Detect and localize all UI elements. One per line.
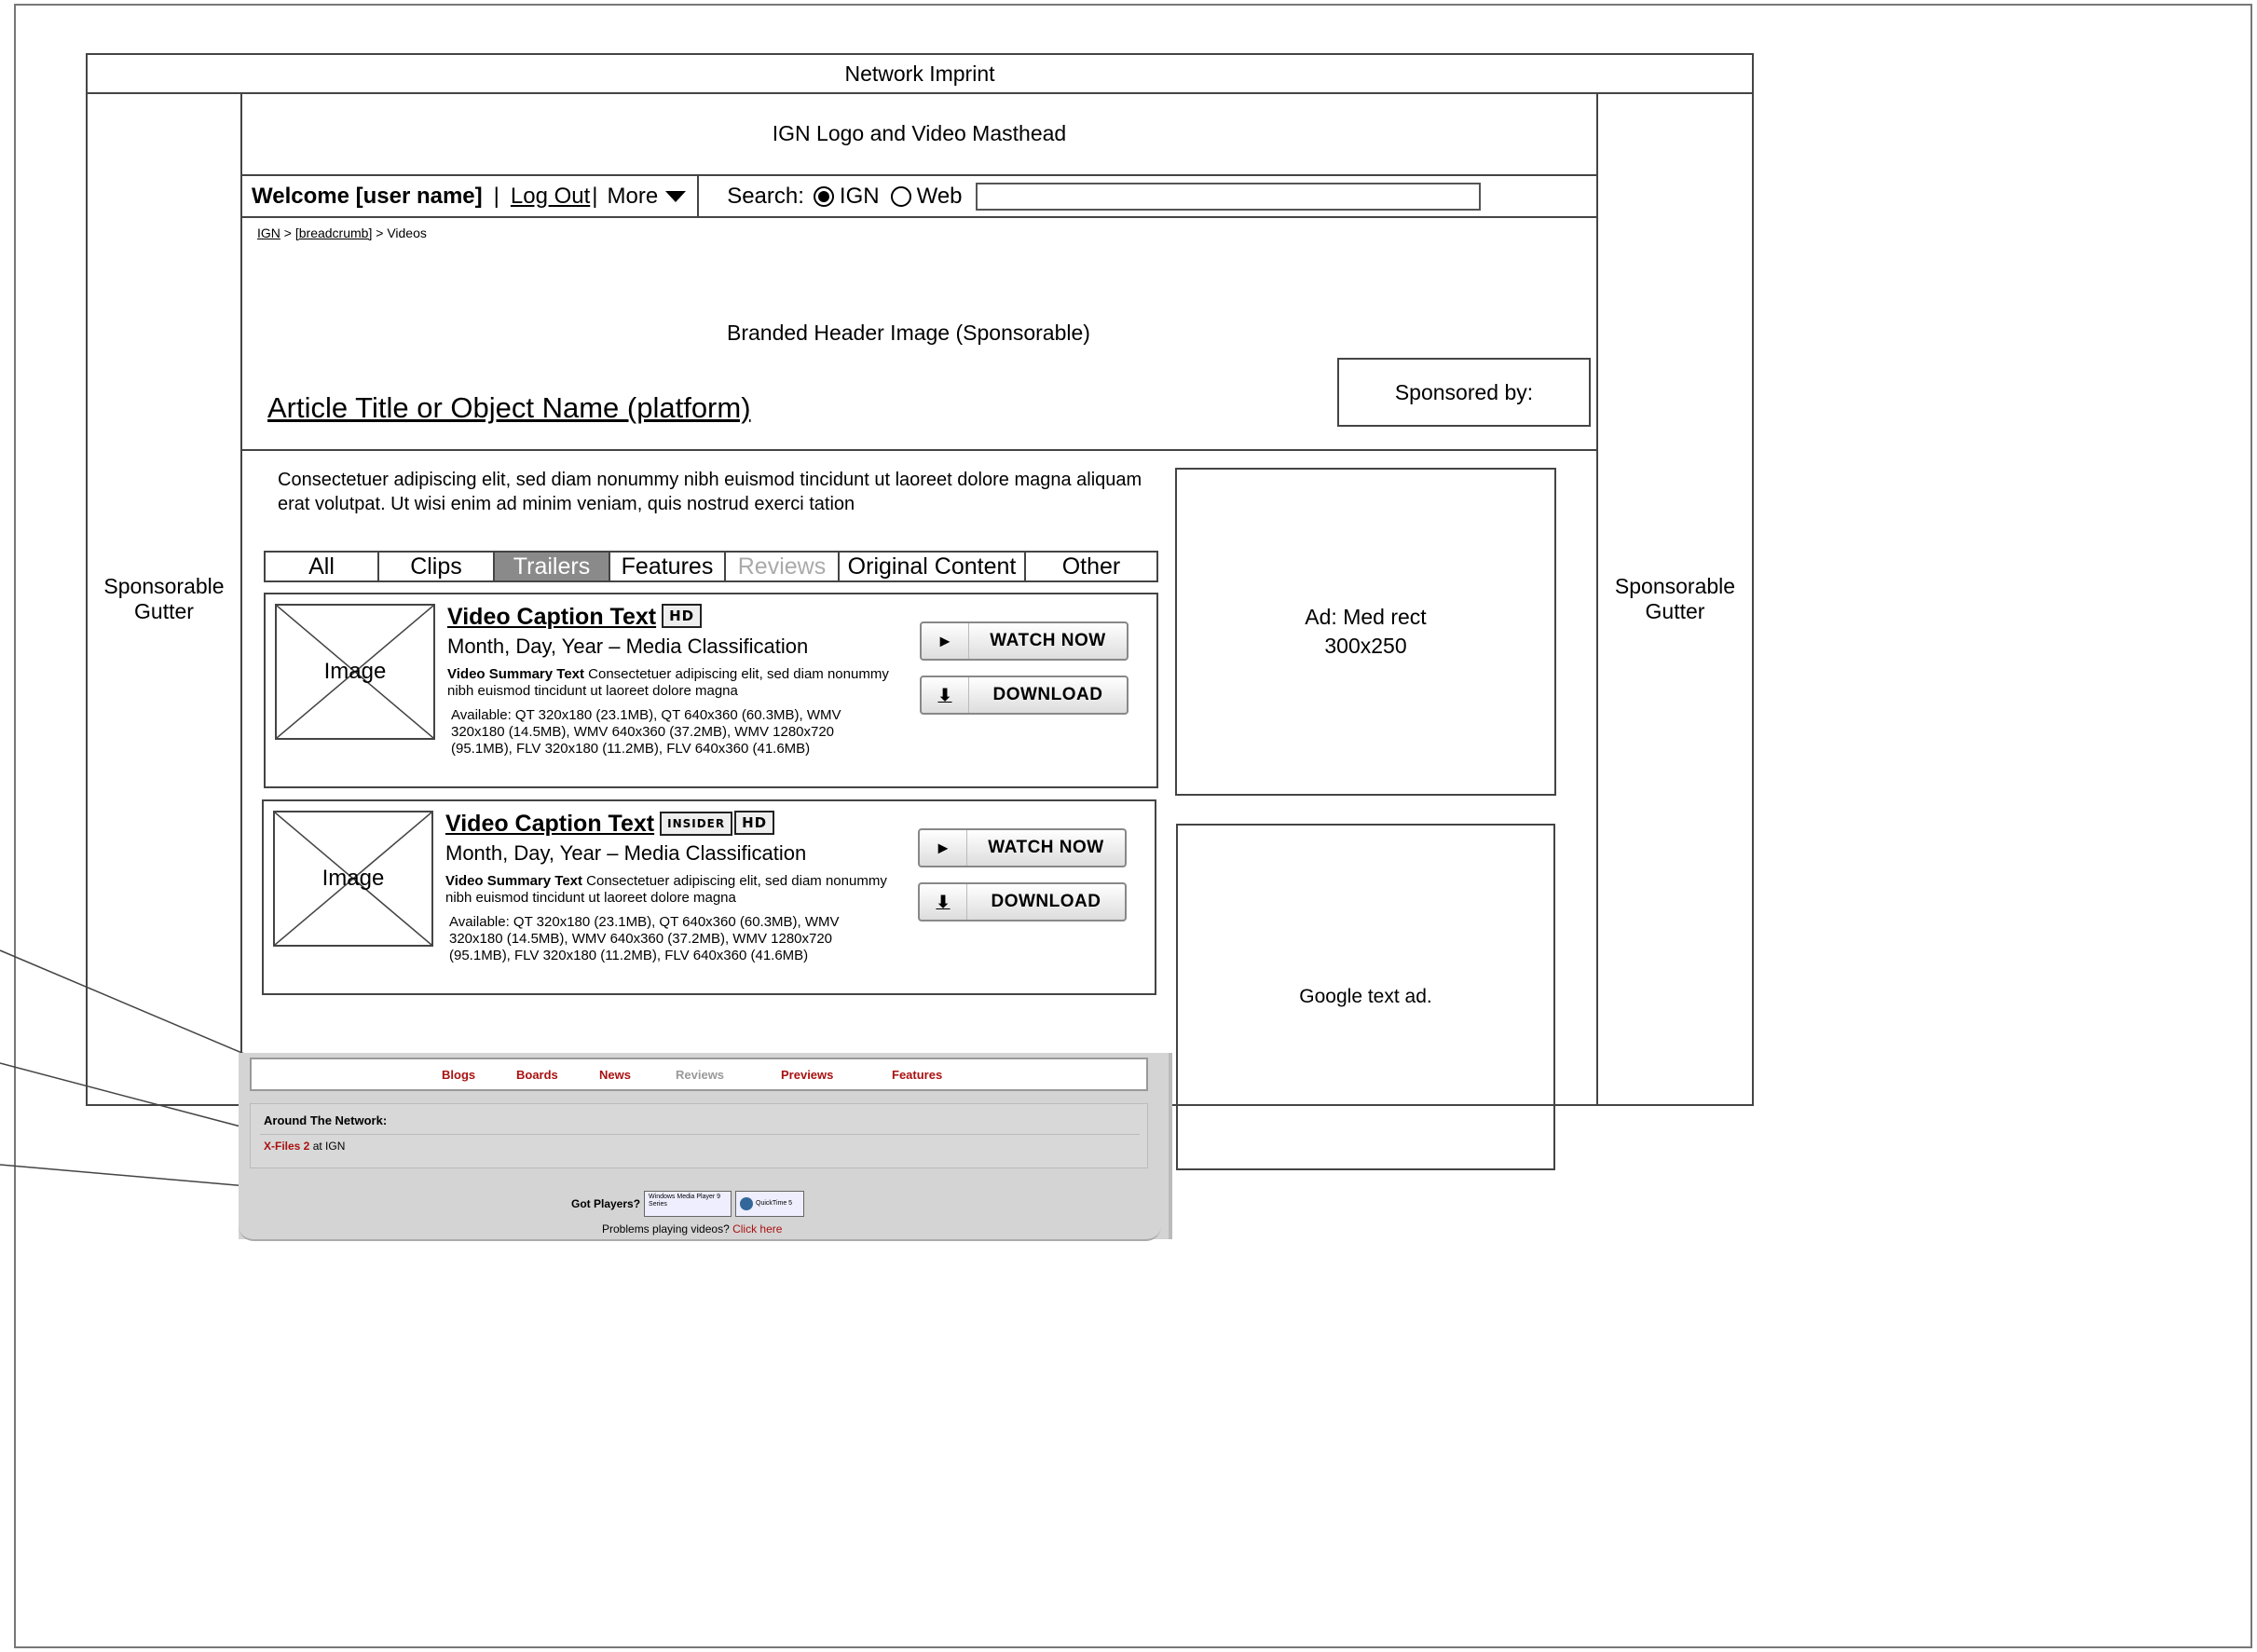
video-thumbnail[interactable]: Image — [275, 604, 435, 740]
sponsored-by-box[interactable]: Sponsored by: — [1337, 358, 1591, 427]
tab-reviews[interactable]: Reviews — [726, 553, 840, 580]
download-label: DOWNLOAD — [992, 685, 1103, 704]
hd-badge: HD — [662, 604, 703, 628]
tab-original-content[interactable]: Original Content — [840, 553, 1026, 580]
video-item: Image Video Caption Text HD Month, Day, Y… — [264, 593, 1158, 788]
playback-problem-text: Problems playing videos? — [602, 1222, 730, 1236]
footer-module: Blogs Boards News Reviews Previews Featu… — [239, 1053, 1172, 1267]
ad-med-rect-size: 300x250 — [1324, 634, 1407, 658]
tab-clips[interactable]: Clips — [379, 553, 495, 580]
download-button[interactable]: ⬇ DOWNLOAD — [918, 882, 1127, 922]
nav-boards[interactable]: Boards — [516, 1068, 558, 1082]
nav-blogs[interactable]: Blogs — [442, 1068, 475, 1082]
play-icon: ► — [922, 623, 969, 659]
image-label: Image — [323, 659, 387, 684]
nav-features[interactable]: Features — [892, 1068, 942, 1082]
masthead: IGN Logo and Video Masthead — [242, 92, 1596, 176]
click-here-link[interactable]: Click here — [732, 1222, 782, 1236]
video-title-row: Video Caption Text HD — [447, 604, 904, 631]
watch-now-button[interactable]: ► WATCH NOW — [920, 621, 1128, 661]
video-available-formats: Available: QT 320x180 (23.1MB), QT 640x3… — [451, 707, 841, 757]
branded-header: Branded Header Image (Sponsorable) Artic… — [242, 218, 1596, 451]
divider — [697, 176, 700, 216]
watch-now-label: WATCH NOW — [990, 631, 1106, 650]
caret-down-icon — [665, 190, 687, 202]
quicktime-icon — [740, 1197, 754, 1210]
insider-badge: INSIDER — [660, 812, 733, 836]
gutter-label: Sponsorable Gutter — [1614, 574, 1736, 623]
watch-now-button[interactable]: ► WATCH NOW — [918, 828, 1127, 867]
ad-med-rect[interactable]: Ad: Med rect 300x250 — [1175, 468, 1556, 796]
radio-ign[interactable]: IGN — [813, 183, 880, 210]
intro-text: Consectetuer adipiscing elit, sed diam n… — [278, 470, 1142, 514]
video-summary-heading: Video Summary Text — [445, 873, 582, 889]
download-button[interactable]: ⬇ DOWNLOAD — [920, 676, 1128, 715]
google-text-ad-label: Google text ad. — [1299, 986, 1432, 1007]
nav-previews[interactable]: Previews — [781, 1068, 833, 1082]
wmp-label: Windows Media Player 9 Series — [649, 1194, 721, 1208]
video-available-formats: Available: QT 320x180 (23.1MB), QT 640x3… — [449, 914, 840, 963]
download-icon: ⬇ — [920, 884, 967, 920]
tab-all[interactable]: All — [266, 553, 379, 580]
nav-news[interactable]: News — [599, 1068, 631, 1082]
radio-web[interactable]: Web — [890, 183, 963, 210]
network-suffix: at IGN — [309, 1140, 346, 1153]
play-icon: ► — [920, 830, 967, 866]
radio-empty-icon — [890, 185, 911, 207]
branded-header-label: Branded Header Image (Sponsorable) — [727, 321, 1090, 345]
video-date-classification: Month, Day, Year – Media Classification — [447, 635, 809, 658]
playback-help: Problems playing videos? Click here — [602, 1222, 782, 1236]
video-title-row: Video Caption Text INSIDER HD — [445, 811, 902, 838]
download-label: DOWNLOAD — [991, 892, 1101, 911]
got-players-label: Got Players? — [571, 1197, 641, 1210]
radio-web-label: Web — [916, 183, 963, 209]
hd-badge: HD — [734, 811, 775, 835]
video-caption-link[interactable]: Video Caption Text — [445, 811, 654, 837]
video-date-classification: Month, Day, Year – Media Classification — [445, 841, 807, 865]
sponsored-by-label: Sponsored by: — [1394, 379, 1534, 404]
tab-features[interactable]: Features — [610, 553, 726, 580]
quicktime-badge[interactable]: QuickTime 5 — [735, 1191, 805, 1217]
google-text-ad[interactable]: Google text ad. — [1176, 824, 1555, 1170]
around-network-box: Around The Network: X-Files 2 at IGN — [250, 1103, 1148, 1168]
video-tabs: All Clips Trailers Features Reviews Orig… — [264, 551, 1158, 582]
video-thumbnail[interactable]: Image — [273, 811, 433, 947]
radio-ign-label: IGN — [839, 183, 880, 209]
video-summary-heading: Video Summary Text — [447, 666, 584, 682]
bottom-nav: Blogs Boards News Reviews Previews Featu… — [250, 1058, 1148, 1091]
nav-reviews[interactable]: Reviews — [676, 1068, 724, 1082]
image-label: Image — [321, 866, 385, 891]
gutter-label: Sponsorable Gutter — [103, 574, 225, 623]
right-sponsorable-gutter[interactable]: Sponsorable Gutter — [1596, 92, 1754, 1106]
search-input[interactable] — [975, 182, 1481, 211]
network-imprint: Network Imprint — [86, 53, 1754, 94]
video-item: Image Video Caption Text INSIDER HD Month,… — [262, 799, 1156, 995]
windows-media-player-badge[interactable]: Windows Media Player 9 Series — [644, 1191, 732, 1217]
separator: | — [592, 183, 598, 209]
user-bar: Welcome [user name] | Log Out | More Sea… — [242, 176, 1596, 218]
tab-trailers[interactable]: Trailers — [495, 553, 610, 580]
logout-link[interactable]: Log Out — [511, 184, 590, 210]
article-title[interactable]: Article Title or Object Name (platform) — [267, 391, 751, 425]
tab-other[interactable]: Other — [1026, 553, 1156, 580]
video-summary: Video Summary Text Consectetuer adipisci… — [447, 666, 904, 700]
watch-now-label: WATCH NOW — [988, 838, 1104, 857]
ad-med-rect-label: Ad: Med rect — [1305, 605, 1427, 629]
qt-label: QuickTime 5 — [756, 1200, 793, 1207]
download-icon: ⬇ — [922, 677, 969, 713]
network-link[interactable]: X-Files 2 — [264, 1140, 309, 1153]
separator: | — [493, 183, 499, 209]
left-sponsorable-gutter[interactable]: Sponsorable Gutter — [86, 92, 242, 1106]
radio-checked-icon — [813, 185, 834, 207]
around-network-heading: Around The Network: — [264, 1113, 388, 1127]
got-players-row: Got Players? Windows Media Player 9 Seri… — [571, 1191, 805, 1217]
video-caption-link[interactable]: Video Caption Text — [447, 604, 656, 630]
more-label: More — [607, 183, 659, 209]
video-summary: Video Summary Text Consectetuer adipisci… — [445, 873, 902, 907]
search-label: Search: — [727, 183, 804, 209]
more-menu[interactable]: More — [608, 184, 687, 210]
welcome-text: Welcome [user name] — [252, 183, 483, 209]
